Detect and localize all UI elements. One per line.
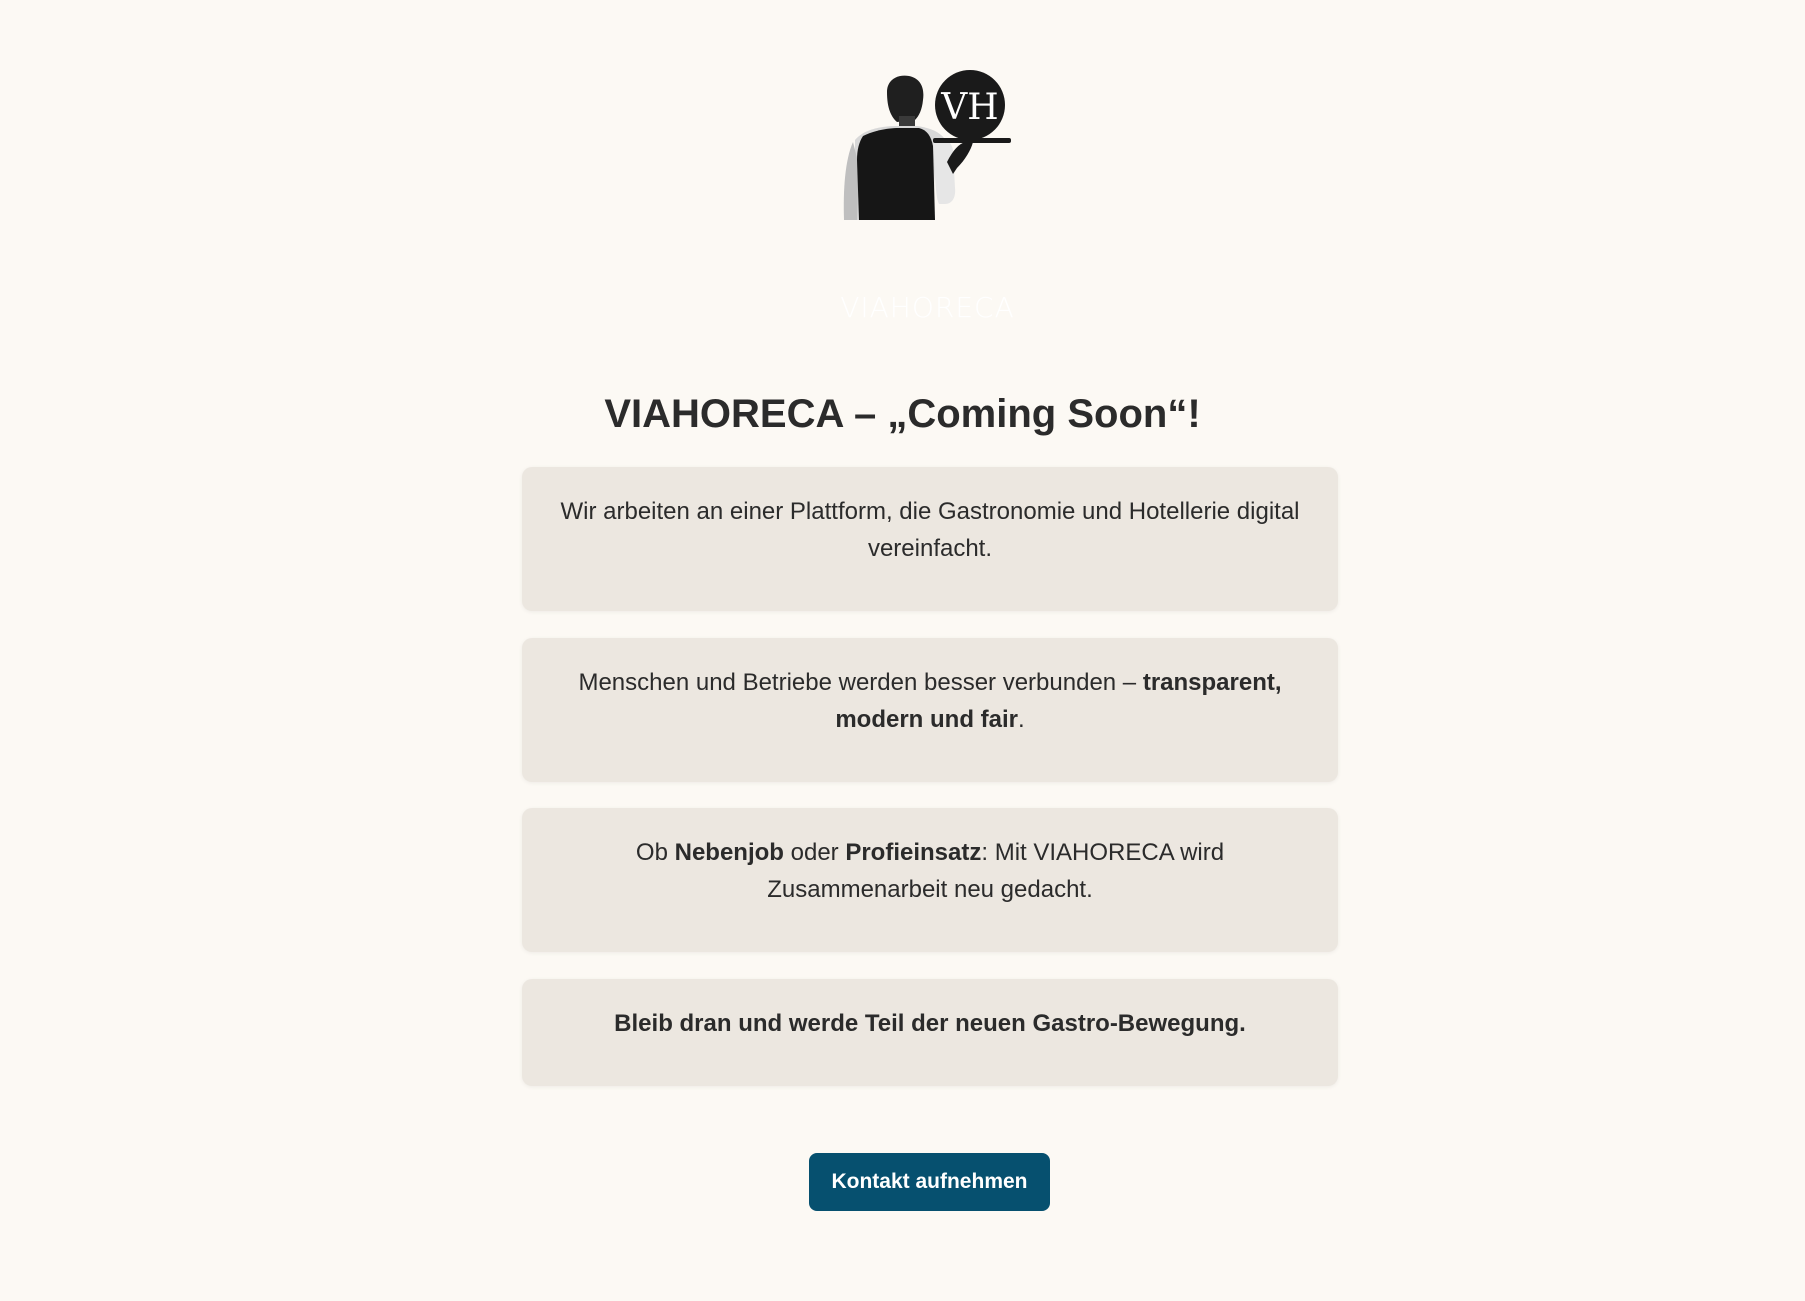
info-card-connection: Menschen und Betriebe werden besser verb… — [522, 638, 1338, 782]
card-text-bold: Nebenjob — [674, 839, 784, 866]
card-text: Menschen und Betriebe werden besser verb… — [578, 669, 1143, 696]
card-text-bold: Profieinsatz — [845, 839, 982, 866]
info-card-platform: Wir arbeiten an einer Plattform, die Gas… — [522, 467, 1338, 611]
contact-button[interactable]: Kontakt aufnehmen — [809, 1153, 1050, 1211]
card-text: Ob — [635, 839, 675, 866]
card-text-bold: Bleib dran und werde Teil der neuen Gast… — [614, 1010, 1246, 1037]
waiter-with-tray-logo-icon: VH — [843, 70, 1011, 220]
info-card-jobs: Ob Nebenjob oder Profieinsatz: Mit VIAHO… — [522, 808, 1338, 952]
page-title: VIAHORECA – „Coming Soon“! — [604, 392, 1201, 436]
info-card-call-to-join: Bleib dran und werde Teil der neuen Gast… — [522, 979, 1338, 1086]
logo-monogram: VH — [940, 87, 998, 128]
card-text: . — [1018, 706, 1025, 733]
card-text: oder — [783, 839, 846, 866]
logo-wordmark: VIAHORECA — [840, 291, 1015, 324]
brand-logo: VH VIAHORECA — [835, 70, 1020, 322]
card-text: Wir arbeiten an einer Plattform, die Gas… — [560, 498, 1300, 562]
